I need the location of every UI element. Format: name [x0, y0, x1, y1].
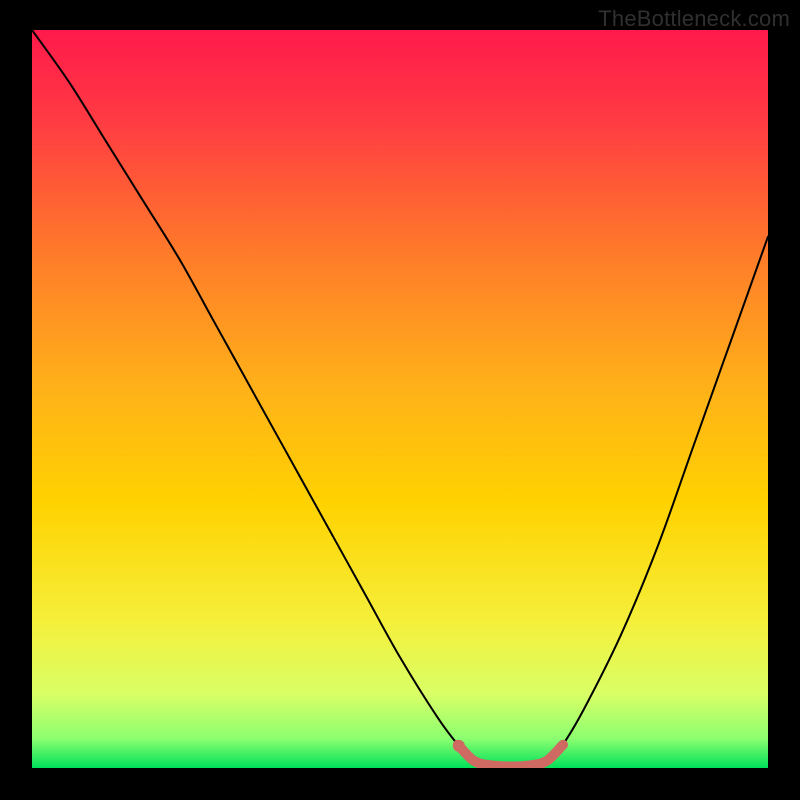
- plot-area: [32, 30, 768, 768]
- watermark-text: TheBottleneck.com: [598, 6, 790, 32]
- optimal-start-dot: [453, 740, 465, 752]
- bottleneck-curve: [32, 30, 768, 767]
- curve-layer: [32, 30, 768, 768]
- optimal-range-highlight: [458, 745, 563, 767]
- chart-frame: TheBottleneck.com: [0, 0, 800, 800]
